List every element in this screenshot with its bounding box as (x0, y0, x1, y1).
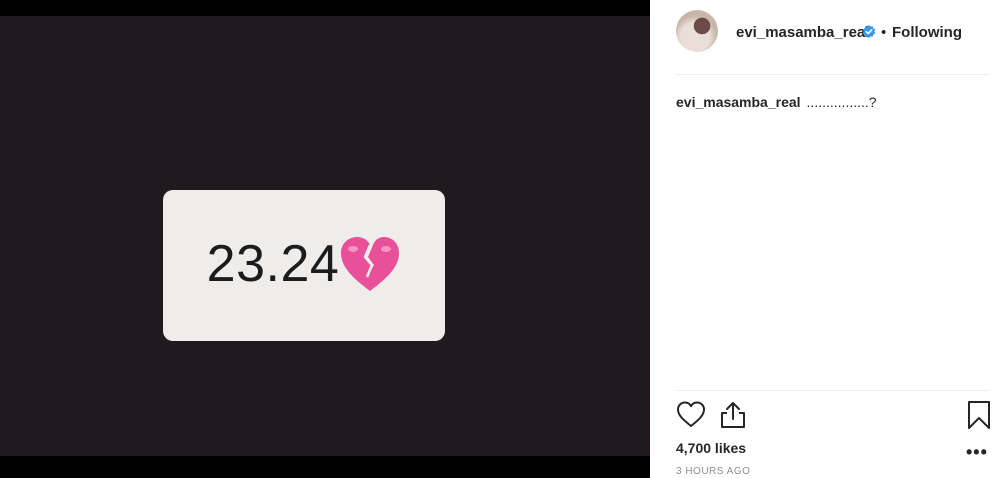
post-side-panel: evi_masamba_real • Following evi_masamba… (650, 0, 1000, 478)
verified-badge-icon (862, 25, 876, 38)
bookmark-icon[interactable] (964, 400, 994, 430)
post-media: 23.24 (0, 0, 650, 478)
header-username[interactable]: evi_masamba_real (736, 24, 869, 41)
avatar[interactable] (676, 10, 718, 52)
caption: evi_masamba_real................? (676, 94, 877, 110)
header-separator: • (881, 24, 887, 41)
media-bottom-bar (0, 456, 650, 478)
action-bar (676, 400, 996, 432)
post-timestamp[interactable]: 3 HOURS AGO (676, 466, 750, 477)
more-options-button[interactable]: ••• (966, 442, 988, 463)
broken-heart-icon (341, 236, 400, 291)
following-button[interactable]: Following (892, 24, 962, 41)
caption-text: ................? (806, 94, 877, 110)
story-text: 23.24 (207, 234, 402, 294)
actions-divider (676, 390, 990, 391)
media-top-bar (0, 0, 650, 16)
post-header: evi_masamba_real • Following (650, 0, 990, 74)
post-photo[interactable]: 23.24 (0, 16, 650, 456)
header-divider (676, 74, 990, 75)
story-text-card: 23.24 (163, 190, 445, 341)
story-number: 23.24 (206, 234, 340, 293)
likes-count[interactable]: 4,700 likes (676, 440, 746, 456)
share-icon[interactable] (718, 400, 748, 430)
caption-username[interactable]: evi_masamba_real (676, 94, 801, 110)
heart-icon[interactable] (676, 400, 706, 430)
